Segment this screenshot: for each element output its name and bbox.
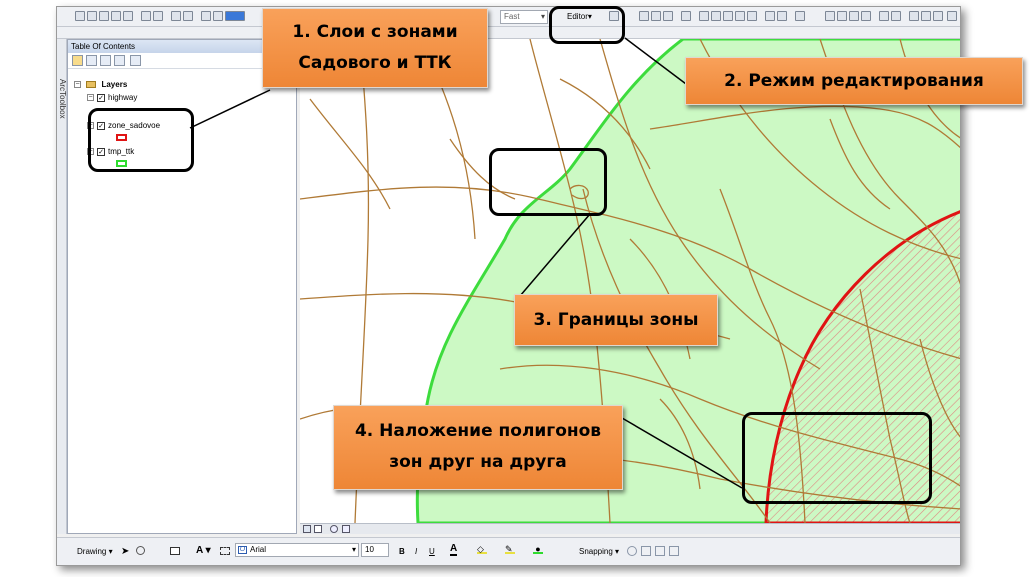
fix-topology-icon[interactable] — [891, 11, 901, 21]
list-by-selection-icon[interactable] — [114, 55, 125, 66]
highlight-editor — [549, 6, 625, 44]
layers-folder-icon — [86, 81, 97, 89]
toolbar-options-icon[interactable] — [947, 11, 957, 21]
callout-edit-mode: 2. Режим редактирования — [685, 57, 1023, 105]
validate-icon[interactable] — [861, 11, 871, 21]
attributes-icon[interactable] — [765, 11, 775, 21]
find-icon[interactable] — [225, 11, 245, 21]
topology-edit-icon[interactable] — [837, 11, 847, 21]
callout-layers: 1. Слои с зонами Садового и ТТК — [262, 8, 488, 88]
sketch-properties-icon[interactable] — [777, 11, 787, 21]
highlight-overlap — [742, 412, 932, 504]
font-size-value: 10 — [365, 545, 374, 554]
drawing-toolbar: Drawing ▾ ➤ A ▾ O Arial ▾ 10 B I U A ◇ ✎… — [57, 537, 960, 565]
text-tool-button[interactable]: A ▾ — [196, 545, 211, 556]
layer-visibility-checkbox[interactable]: ✓ — [97, 93, 105, 102]
underline-button[interactable]: U — [429, 547, 435, 556]
arctoolbox-strip[interactable]: ArcToolbox — [57, 39, 67, 534]
topology-icon[interactable] — [825, 11, 835, 21]
secondary-toolbar — [57, 27, 960, 39]
refresh-icon[interactable] — [330, 525, 338, 533]
highlight-boundary — [489, 148, 607, 216]
forward-extent-icon[interactable] — [153, 11, 163, 21]
collapse-icon[interactable]: − — [74, 81, 81, 89]
cut-polygons-icon[interactable] — [723, 11, 733, 21]
clear-selection-icon[interactable] — [183, 11, 193, 21]
edit-vertices-icon[interactable] — [699, 11, 709, 21]
font-type-icon: O — [238, 546, 247, 554]
full-extent-icon[interactable] — [111, 11, 121, 21]
layers-root-label: Layers — [101, 80, 128, 89]
list-by-visibility-icon[interactable] — [100, 55, 111, 66]
snapping-menu[interactable]: Snapping ▾ — [579, 547, 619, 556]
callout-edit-mode-text: 2. Режим редактирования — [724, 71, 984, 91]
callout-overlap-line2: зон друг на друга — [389, 452, 567, 472]
layout-view-tab-icon[interactable] — [314, 525, 322, 533]
collapse-icon[interactable]: − — [87, 94, 94, 102]
back-extent-icon[interactable] — [141, 11, 151, 21]
vertex-snapping-icon[interactable] — [655, 546, 665, 556]
trace-icon[interactable] — [663, 11, 673, 21]
layer-label: highway — [108, 93, 138, 102]
split-icon[interactable] — [735, 11, 745, 21]
list-by-drawing-order-icon[interactable] — [72, 55, 83, 66]
bold-button[interactable]: B — [399, 547, 405, 556]
fill-color-icon[interactable]: ◇ — [477, 544, 487, 554]
point-icon[interactable] — [681, 11, 691, 21]
pan-icon[interactable] — [99, 11, 109, 21]
rectangle-tool-icon[interactable] — [170, 547, 180, 555]
font-combo[interactable]: O Arial ▾ — [235, 543, 359, 557]
callout-layers-line2: Садового и ТТК — [298, 53, 452, 73]
reshape-icon[interactable] — [711, 11, 721, 21]
callout-layers-line1: 1. Слои с зонами — [292, 22, 458, 42]
callout-boundaries: 3. Границы зоны — [514, 294, 718, 346]
layers-root[interactable]: − Layers — [74, 80, 127, 89]
smooth-icon[interactable] — [933, 11, 943, 21]
callout-overlap: 4. Наложение полигонов зон друг на друга — [333, 405, 623, 490]
generalize-icon[interactable] — [921, 11, 931, 21]
font-name-value: Arial — [250, 545, 267, 554]
list-by-source-icon[interactable] — [86, 55, 97, 66]
arctoolbox-tab[interactable]: ArcToolbox — [58, 79, 67, 119]
rotate-icon[interactable] — [747, 11, 757, 21]
edge-snapping-icon[interactable] — [669, 546, 679, 556]
end-snapping-icon[interactable] — [641, 546, 651, 556]
identify-icon[interactable] — [213, 11, 223, 21]
edit-vertices-drawing-icon[interactable] — [220, 547, 230, 555]
drawing-menu[interactable]: Drawing ▾ — [77, 547, 113, 556]
select-elements-arrow-icon[interactable]: ➤ — [121, 546, 129, 557]
endpoint-arc-icon[interactable] — [651, 11, 661, 21]
create-features-icon[interactable] — [795, 11, 805, 21]
font-color-icon[interactable]: A — [450, 543, 458, 556]
speed-combo[interactable]: Fast — [500, 10, 548, 24]
zoom-out-icon[interactable] — [87, 11, 97, 21]
rotate-element-icon[interactable] — [136, 546, 145, 555]
select-features-icon[interactable] — [171, 11, 181, 21]
toc-options-icon[interactable] — [130, 55, 141, 66]
font-size-combo[interactable]: 10 — [361, 543, 389, 557]
callout-overlap-line1: 4. Наложение полигонов — [354, 421, 602, 441]
error-inspector-icon[interactable] — [879, 11, 889, 21]
italic-button[interactable]: I — [415, 547, 417, 556]
point-snapping-icon[interactable] — [627, 546, 637, 556]
pause-drawing-icon[interactable] — [342, 525, 350, 533]
line-color-icon[interactable]: ✎ — [505, 544, 515, 554]
marker-color-icon[interactable]: ● — [533, 544, 543, 554]
select-elements-icon[interactable] — [201, 11, 211, 21]
zoom-in-icon[interactable] — [75, 11, 85, 21]
layer-highway[interactable]: − ✓ highway — [87, 93, 137, 102]
map-view-tabs — [300, 523, 960, 534]
highlight-layers — [88, 108, 194, 172]
data-view-tab-icon[interactable] — [303, 525, 311, 533]
callout-boundaries-text: 3. Границы зоны — [533, 310, 699, 330]
fixed-zoom-icon[interactable] — [123, 11, 133, 21]
map-topology-icon[interactable] — [849, 11, 859, 21]
straight-segment-icon[interactable] — [639, 11, 649, 21]
standard-toolbar: Fast Editor▾ — [57, 7, 960, 27]
font-dropdown-icon[interactable]: ▾ — [352, 544, 356, 556]
shared-features-icon[interactable] — [909, 11, 919, 21]
